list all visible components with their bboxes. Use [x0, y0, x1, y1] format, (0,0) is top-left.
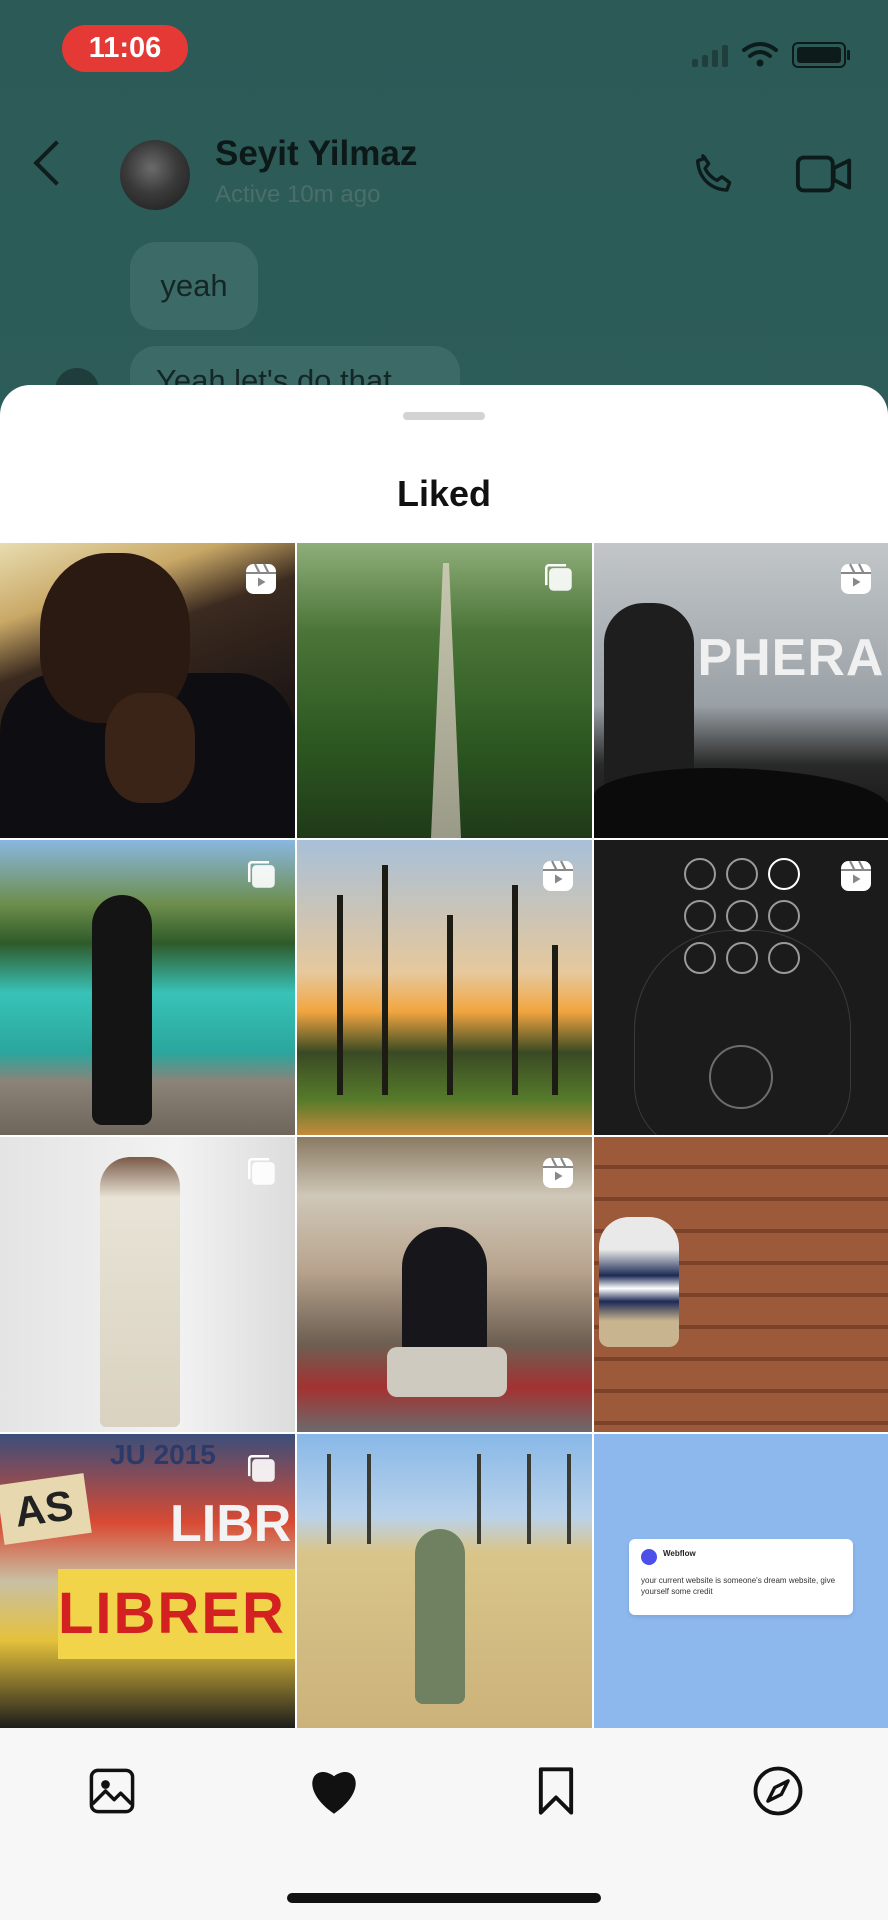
- tile-sign-text: LIBR: [170, 1495, 292, 1553]
- gallery-icon: [89, 1768, 135, 1814]
- carousel-icon: [247, 860, 275, 888]
- reel-icon: [841, 563, 871, 594]
- battery-icon: [792, 42, 850, 68]
- bookmark-icon: [538, 1767, 574, 1815]
- compass-icon: [753, 1766, 803, 1816]
- avatar[interactable]: [120, 140, 190, 210]
- chat-contact-status: Active 10m ago: [215, 181, 381, 208]
- tile-overlay-text: IPHERAL: [682, 629, 888, 687]
- sheet-drag-handle[interactable]: [403, 412, 485, 420]
- grid-tile-reel[interactable]: [297, 1137, 592, 1432]
- reel-icon: [543, 1157, 573, 1188]
- webflow-logo-icon: [641, 1549, 657, 1565]
- grid-tile-post[interactable]: [594, 1137, 888, 1432]
- carousel-icon: [544, 563, 572, 591]
- status-icons: [692, 40, 850, 70]
- chat-contact-name[interactable]: Seyit Yilmaz: [215, 134, 417, 174]
- grid-tile-post[interactable]: [297, 1434, 592, 1729]
- tab-saved[interactable]: [526, 1761, 586, 1821]
- ad-brand: Webflow: [663, 1549, 696, 1558]
- reel-icon: [246, 563, 276, 594]
- phone-icon[interactable]: [688, 148, 742, 202]
- carousel-icon: [247, 1157, 275, 1185]
- heart-icon: [312, 1772, 356, 1814]
- video-call-icon[interactable]: [795, 150, 853, 198]
- sheet-title: Liked: [396, 473, 492, 514]
- grid-tile-reel[interactable]: [0, 543, 295, 838]
- wifi-icon: [742, 42, 778, 67]
- tab-explore[interactable]: [748, 1761, 808, 1821]
- grid-tile-reel[interactable]: IPHERAL: [594, 543, 888, 838]
- home-indicator: [287, 1893, 601, 1903]
- grid-tile-post[interactable]: [0, 1137, 295, 1432]
- liked-grid: IPHERAL: [0, 543, 888, 1729]
- ad-text: your current website is someone's dream …: [641, 1576, 836, 1596]
- carousel-icon: [247, 1454, 275, 1482]
- signal-icon: [692, 43, 728, 67]
- tab-liked[interactable]: [304, 1761, 364, 1821]
- bottom-tab-bar: [0, 1728, 888, 1920]
- status-time: 11:06: [62, 25, 188, 72]
- grid-tile-ad[interactable]: Webflow your current website is someone'…: [594, 1434, 888, 1729]
- tile-sign-text: LIBRER: [58, 1569, 295, 1659]
- grid-tile-post[interactable]: [297, 543, 592, 838]
- reel-icon: [841, 860, 871, 891]
- grid-tile-post[interactable]: JU 2015 AS LIBR LIBRER: [0, 1434, 295, 1729]
- back-icon[interactable]: [33, 140, 79, 186]
- tile-sign-text: JU 2015: [110, 1439, 216, 1470]
- chat-background: 11:06 Seyit Yilmaz Active 10m ago yeah Y…: [0, 0, 888, 426]
- liked-sheet: Liked IPHERAL: [0, 385, 888, 1920]
- grid-tile-reel[interactable]: [297, 840, 592, 1135]
- tile-sign-text: AS: [0, 1473, 92, 1545]
- grid-tile-reel[interactable]: [594, 840, 888, 1135]
- reel-icon: [543, 860, 573, 891]
- message-bubble: yeah: [130, 242, 258, 330]
- tab-gallery[interactable]: [82, 1761, 142, 1821]
- ad-card: Webflow your current website is someone'…: [629, 1539, 853, 1615]
- grid-tile-post[interactable]: [0, 840, 295, 1135]
